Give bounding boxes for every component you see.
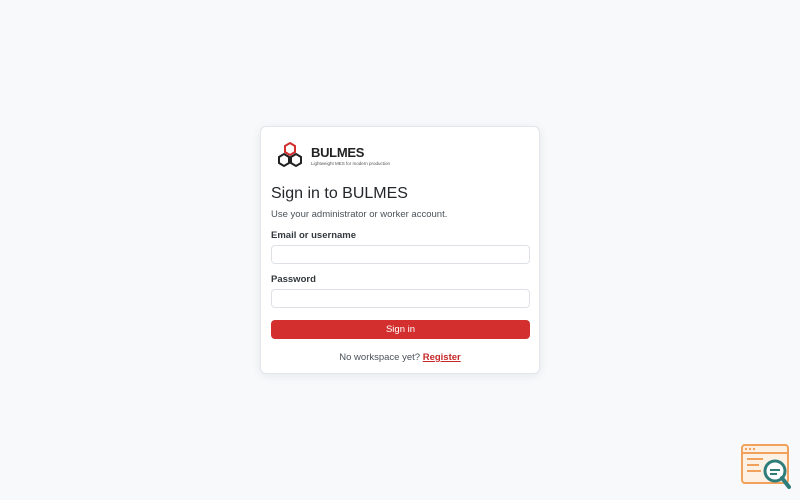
brand-tagline: Lightweight MES for modern production: [311, 160, 391, 166]
page-title: Sign in to BULMES: [271, 185, 408, 202]
email-field[interactable]: [271, 245, 530, 264]
register-prompt-text: No workspace yet?: [339, 352, 421, 363]
email-label: Email or username: [271, 230, 357, 241]
search-browser-icon: [741, 444, 791, 489]
password-label: Password: [271, 274, 316, 285]
sign-in-button[interactable]: Sign in: [271, 320, 530, 339]
search-browser-widget[interactable]: [741, 444, 791, 490]
page-subtitle: Use your administrator or worker account…: [271, 209, 448, 220]
login-page: BULMES Lightweight MES for modern produc…: [0, 0, 800, 500]
brand-text: BULMES Lightweight MES for modern produc…: [311, 144, 391, 167]
login-card: BULMES Lightweight MES for modern produc…: [260, 126, 540, 374]
brand-name: BULMES: [311, 144, 365, 160]
register-prompt: No workspace yet? Register: [261, 352, 539, 364]
hexagon-cluster-icon: [278, 141, 302, 168]
brand-logo: BULMES Lightweight MES for modern produc…: [275, 141, 390, 171]
password-field[interactable]: [271, 289, 530, 308]
register-link[interactable]: Register: [423, 352, 461, 363]
